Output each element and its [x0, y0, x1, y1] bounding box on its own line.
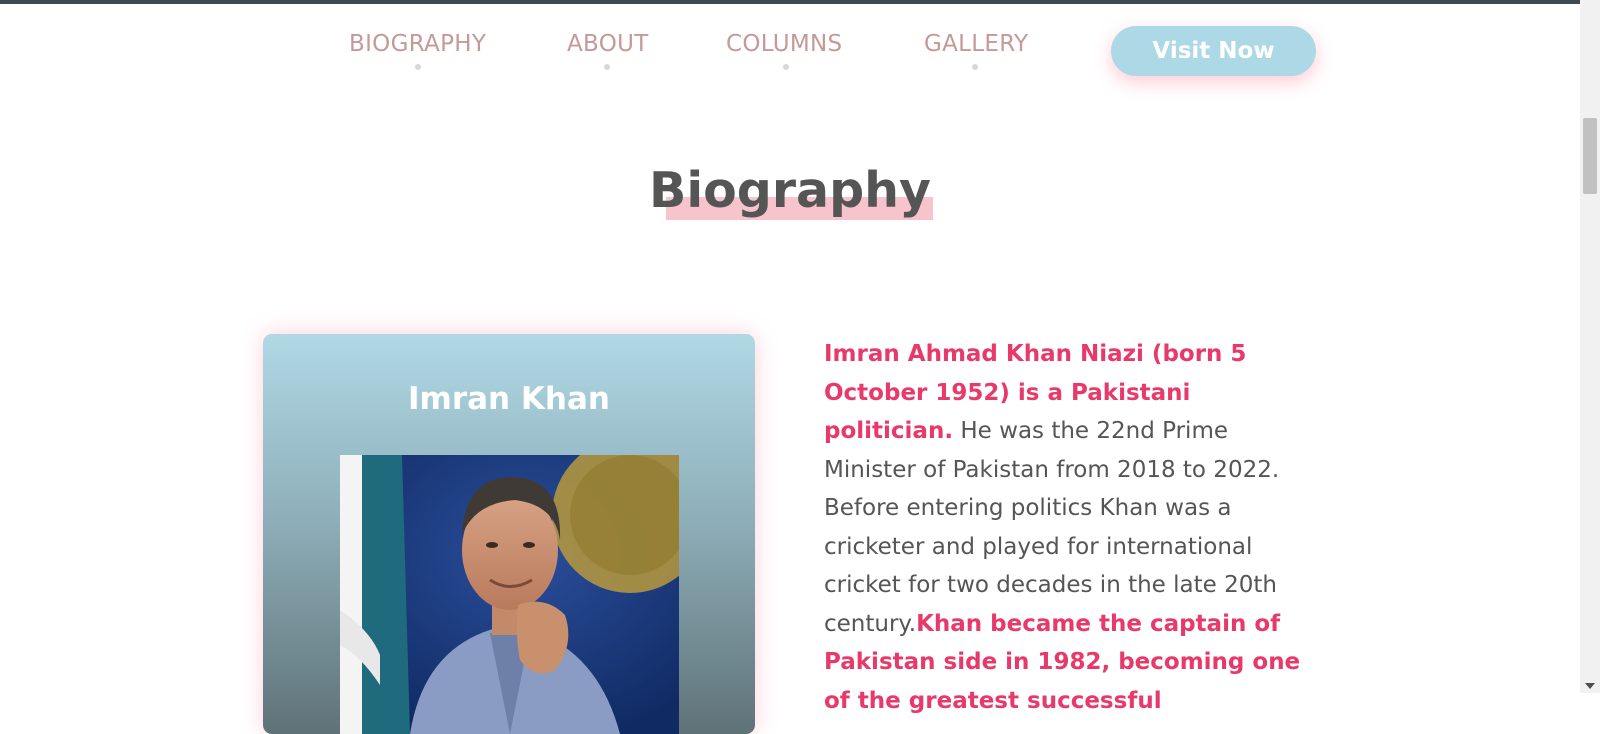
- bio-body: He was the 22nd Prime Minister of Pakist…: [824, 418, 1280, 637]
- visit-now-button[interactable]: Visit Now: [1111, 26, 1316, 76]
- section-title: Biography: [0, 162, 1580, 219]
- nav-indicator-dot: [783, 64, 789, 70]
- nav-item-gallery[interactable]: GALLERY: [924, 31, 1028, 57]
- vertical-scrollbar[interactable]: [1580, 0, 1600, 693]
- profile-photo: [340, 455, 679, 734]
- nav-item-columns[interactable]: COLUMNS: [726, 31, 842, 57]
- nav-item-biography[interactable]: BIOGRAPHY: [349, 31, 486, 57]
- nav-indicator-dot: [604, 64, 610, 70]
- biography-text: Imran Ahmad Khan Niazi (born 5 October 1…: [824, 335, 1324, 720]
- nav-indicator-dot: [972, 64, 978, 70]
- nav-indicator-dot: [415, 64, 421, 70]
- profile-name: Imran Khan: [408, 381, 610, 417]
- profile-card: Imran Khan: [263, 334, 755, 734]
- nav-item-about[interactable]: ABOUT: [567, 31, 649, 57]
- top-navigation: BIOGRAPHY ABOUT COLUMNS GALLERY Visit No…: [0, 0, 1580, 100]
- portrait-image: [340, 455, 679, 734]
- scroll-down-arrow-icon[interactable]: [1585, 683, 1595, 689]
- scrollbar-thumb[interactable]: [1583, 118, 1597, 194]
- section-title-text: Biography: [648, 162, 931, 219]
